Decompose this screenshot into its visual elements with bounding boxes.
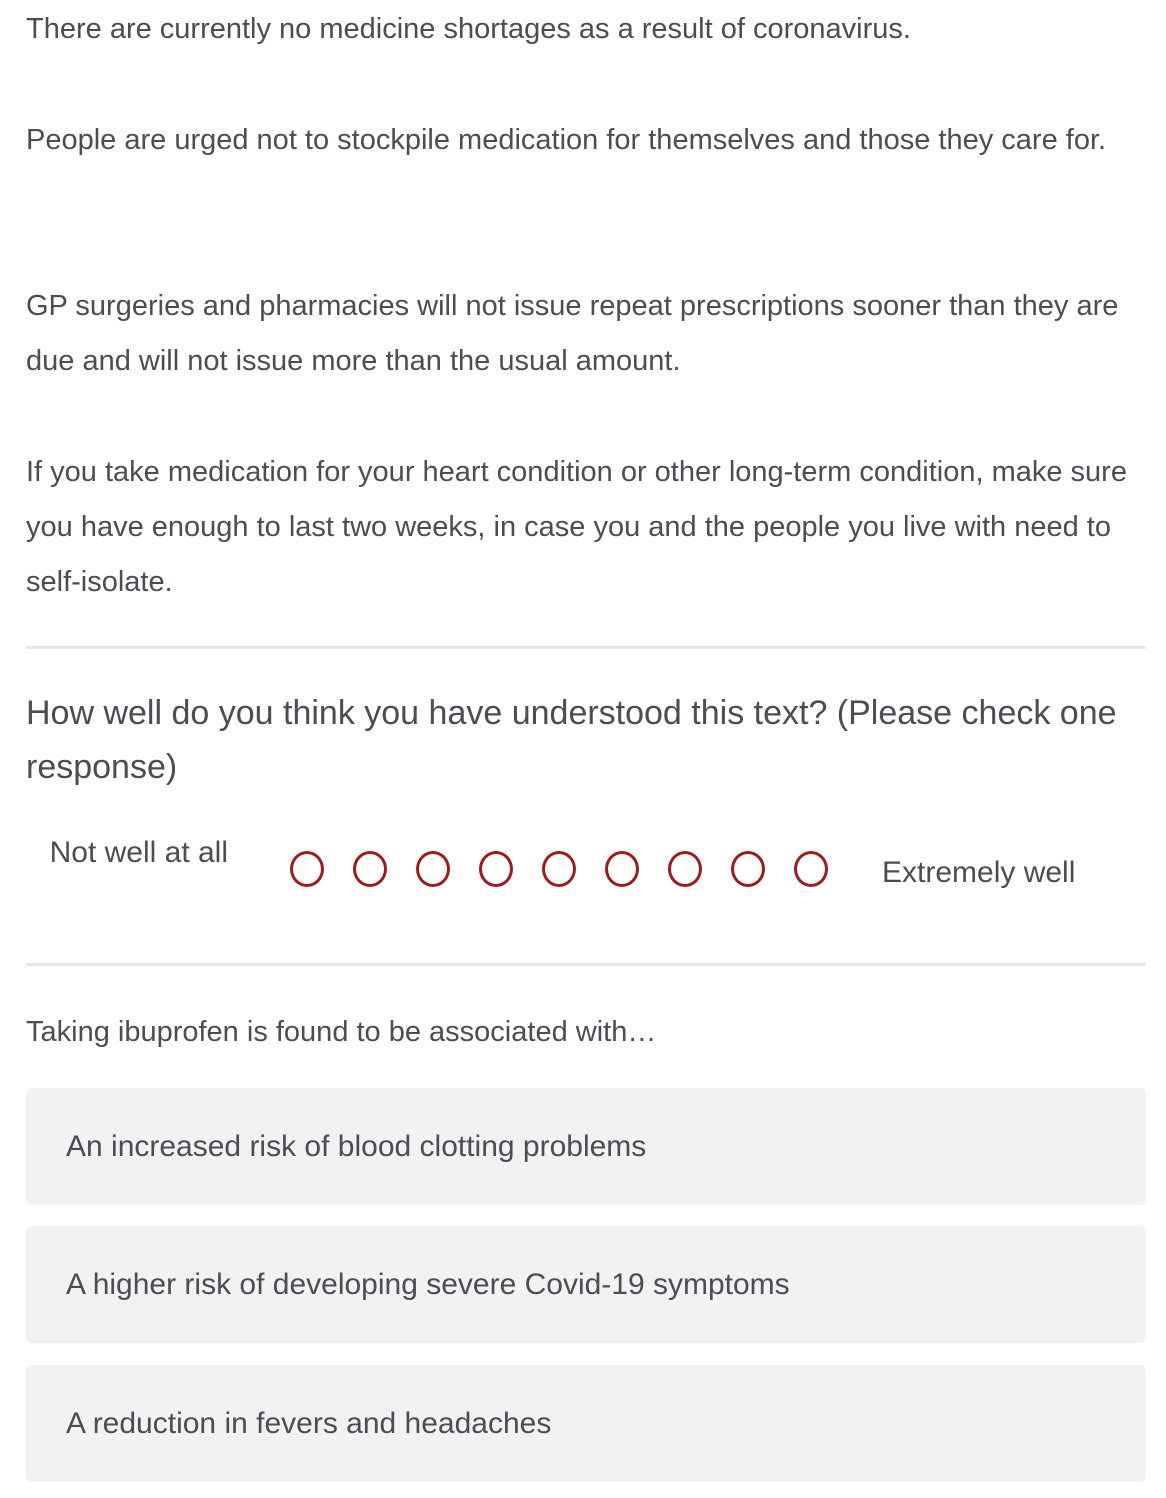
paragraph-4: If you take medication for your heart co…	[26, 456, 1127, 598]
rating-question: How well do you think you have understoo…	[26, 694, 1117, 786]
answer-option-2[interactable]: A higher risk of developing severe Covid…	[26, 1226, 1146, 1343]
answer-option-1[interactable]: An increased risk of blood clotting prob…	[26, 1088, 1146, 1205]
mc-question-prompt: Taking ibuprofen is found to be associat…	[26, 1016, 657, 1048]
answer-option-label: A reduction in fevers and headaches	[66, 1407, 552, 1440]
scale-right-label: Extremely well	[882, 856, 1076, 889]
rating-radio-5[interactable]	[542, 851, 576, 887]
rating-radio-2[interactable]	[353, 851, 387, 887]
rating-radio-6[interactable]	[605, 851, 639, 887]
scale-left-label: Not well at all	[49, 836, 228, 869]
answer-option-label: A higher risk of developing severe Covid…	[66, 1268, 790, 1301]
answer-option-3[interactable]: A reduction in fevers and headaches	[26, 1365, 1146, 1482]
rating-radio-8[interactable]	[731, 851, 765, 887]
rating-radio-9[interactable]	[794, 851, 828, 887]
rating-radio-4[interactable]	[479, 851, 513, 887]
answer-option-label: An increased risk of blood clotting prob…	[66, 1130, 647, 1163]
paragraph-3: GP surgeries and pharmacies will not iss…	[26, 290, 1119, 377]
divider	[26, 963, 1146, 966]
paragraph-1: There are currently no medicine shortage…	[26, 13, 911, 45]
rating-radio-3[interactable]	[416, 851, 450, 887]
rating-radio-7[interactable]	[668, 851, 702, 887]
rating-radio-1[interactable]	[290, 851, 324, 887]
paragraph-2: People are urged not to stockpile medica…	[26, 124, 1107, 156]
divider	[26, 646, 1146, 649]
